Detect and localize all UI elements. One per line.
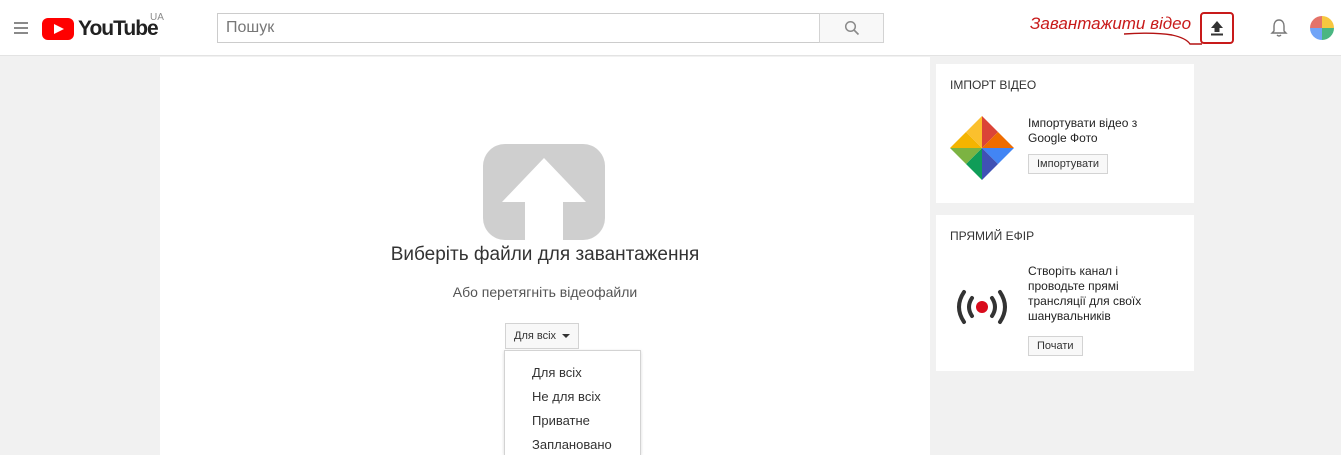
- live-card-text: Створіть канал і проводьте прямі трансля…: [1028, 264, 1142, 323]
- upload-arrow-icon: [1211, 21, 1223, 36]
- top-bar: YouTube UA Завантажити відео: [0, 0, 1341, 56]
- upload-subtitle: Або перетягніть відеофайли: [452, 284, 638, 300]
- privacy-menu: Для всіх Не для всіх Приватне Запланован…: [504, 350, 641, 455]
- annotation-pointer: [1124, 32, 1202, 45]
- import-card-text: Імпортувати відео з Google Фото: [1028, 116, 1138, 145]
- youtube-logo[interactable]: YouTube: [42, 16, 159, 42]
- chevron-down-icon: [562, 334, 571, 338]
- search-button[interactable]: [819, 13, 884, 43]
- privacy-option-unlisted[interactable]: Не для всіх: [505, 385, 640, 409]
- hamburger-menu-icon[interactable]: [14, 22, 28, 34]
- logo-text: YouTube: [78, 17, 159, 40]
- search-input[interactable]: [217, 13, 819, 43]
- cloud-upload-icon[interactable]: [483, 144, 605, 240]
- bell-icon[interactable]: [1270, 18, 1288, 38]
- upload-title: Виберіть файли для завантаження: [390, 244, 700, 265]
- privacy-dropdown[interactable]: Для всіх: [505, 323, 580, 349]
- start-live-button[interactable]: Почати: [1028, 336, 1083, 356]
- privacy-option-scheduled[interactable]: Заплановано: [505, 433, 640, 455]
- magnifier-icon: [844, 20, 859, 36]
- live-card-title: ПРЯМИЙ ЕФІР: [950, 229, 1035, 243]
- search-bar: [217, 13, 884, 43]
- upload-button[interactable]: [1200, 12, 1234, 44]
- live-stream-card: ПРЯМИЙ ЕФІР Створіть канал і проводьте п…: [936, 215, 1194, 371]
- avatar[interactable]: [1310, 16, 1334, 40]
- privacy-selected-label: Для всіх: [514, 330, 557, 342]
- import-card-title: ІМПОРТ ВІДЕО: [950, 78, 1037, 92]
- upload-annotation: Завантажити відео: [1030, 14, 1192, 33]
- youtube-play-icon: [42, 18, 74, 40]
- import-video-card: ІМПОРТ ВІДЕО Імпортувати відео з Google …: [936, 64, 1194, 203]
- pinwheel-icon: [950, 116, 1014, 180]
- privacy-option-private[interactable]: Приватне: [505, 409, 640, 433]
- import-button[interactable]: Імпортувати: [1028, 154, 1109, 174]
- upload-panel: Виберіть файли для завантаження Або пере…: [160, 57, 930, 455]
- region-code: UA: [150, 12, 164, 23]
- broadcast-icon: [957, 290, 1007, 324]
- privacy-option-public[interactable]: Для всіх: [505, 361, 640, 385]
